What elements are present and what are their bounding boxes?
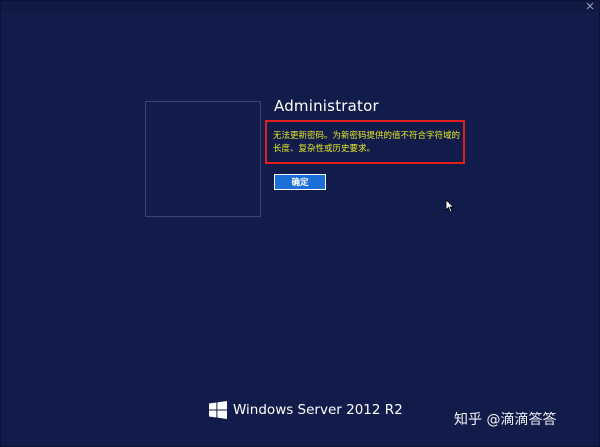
ok-button[interactable]: 确定 <box>274 174 326 190</box>
os-product-name: Windows Server 2012 R2 <box>233 402 403 418</box>
username-label: Administrator <box>274 97 379 115</box>
mouse-cursor-icon <box>445 199 455 213</box>
user-avatar <box>145 101 261 217</box>
os-branding: Windows Server 2012 R2 <box>209 401 403 419</box>
screen-border <box>0 0 600 447</box>
error-message: 无法更新密码。为新密码提供的值不符合字符域的长度、复杂性或历史要求。 <box>273 131 461 154</box>
close-icon <box>586 2 594 9</box>
window-title-bar <box>0 0 600 12</box>
windows-logo-icon <box>209 401 227 419</box>
close-button[interactable] <box>582 0 598 11</box>
watermark: 知乎 @滴滴答答 <box>454 412 557 428</box>
